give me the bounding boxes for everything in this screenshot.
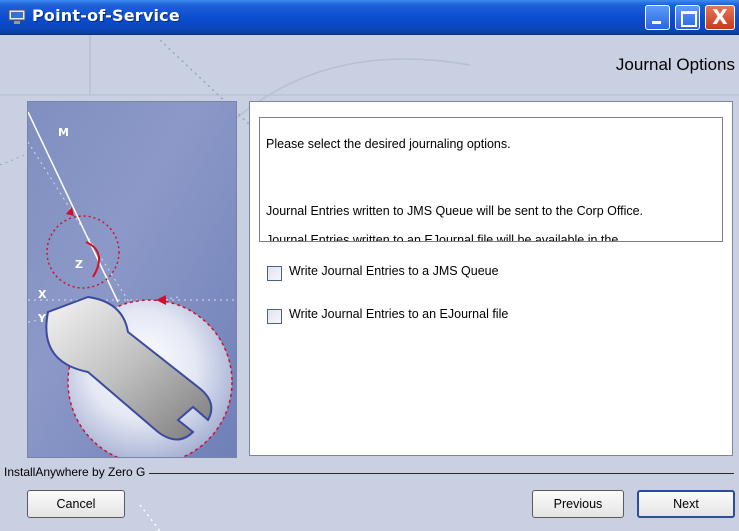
message-line-2: Journal Entries written to JMS Queue wil… — [266, 204, 644, 218]
message-line-3: Journal Entries written to an EJournal f… — [266, 233, 619, 242]
jms-queue-checkbox[interactable] — [267, 266, 282, 281]
window-title: Point-of-Service — [32, 6, 180, 25]
axis-label-m: M — [58, 126, 69, 139]
page-title: Journal Options — [615, 55, 735, 74]
previous-button[interactable]: Previous — [532, 490, 624, 518]
vendor-label: InstallAnywhere by Zero G — [4, 465, 150, 479]
minimize-icon — [652, 21, 661, 24]
jms-queue-label[interactable]: Write Journal Entries to a JMS Queue — [289, 264, 499, 278]
title-bar[interactable]: Point-of-Service X — [0, 0, 739, 35]
ejournal-file-checkbox[interactable] — [267, 309, 282, 324]
installer-window: Point-of-Service X Journal Options M Z X… — [0, 0, 739, 531]
message-line-1: Please select the desired journaling opt… — [266, 137, 511, 151]
minimize-button[interactable] — [645, 5, 670, 30]
cancel-button[interactable]: Cancel — [27, 490, 125, 518]
message-textarea[interactable]: Please select the desired journaling opt… — [259, 117, 723, 242]
maximize-icon — [681, 11, 697, 27]
axis-label-z: Z — [75, 258, 83, 271]
close-icon: X — [712, 5, 728, 29]
side-illustration: M Z X Y — [27, 101, 237, 458]
axis-label-x: X — [38, 288, 47, 301]
wrench-illustration: M Z X Y — [28, 111, 236, 457]
axis-label-y: Y — [37, 312, 47, 325]
next-button[interactable]: Next — [637, 490, 735, 518]
content-panel: Please select the desired journaling opt… — [249, 101, 733, 456]
maximize-button[interactable] — [675, 5, 700, 30]
close-button[interactable]: X — [705, 5, 735, 30]
app-icon — [8, 9, 26, 24]
ejournal-file-label[interactable]: Write Journal Entries to an EJournal fil… — [289, 307, 508, 321]
